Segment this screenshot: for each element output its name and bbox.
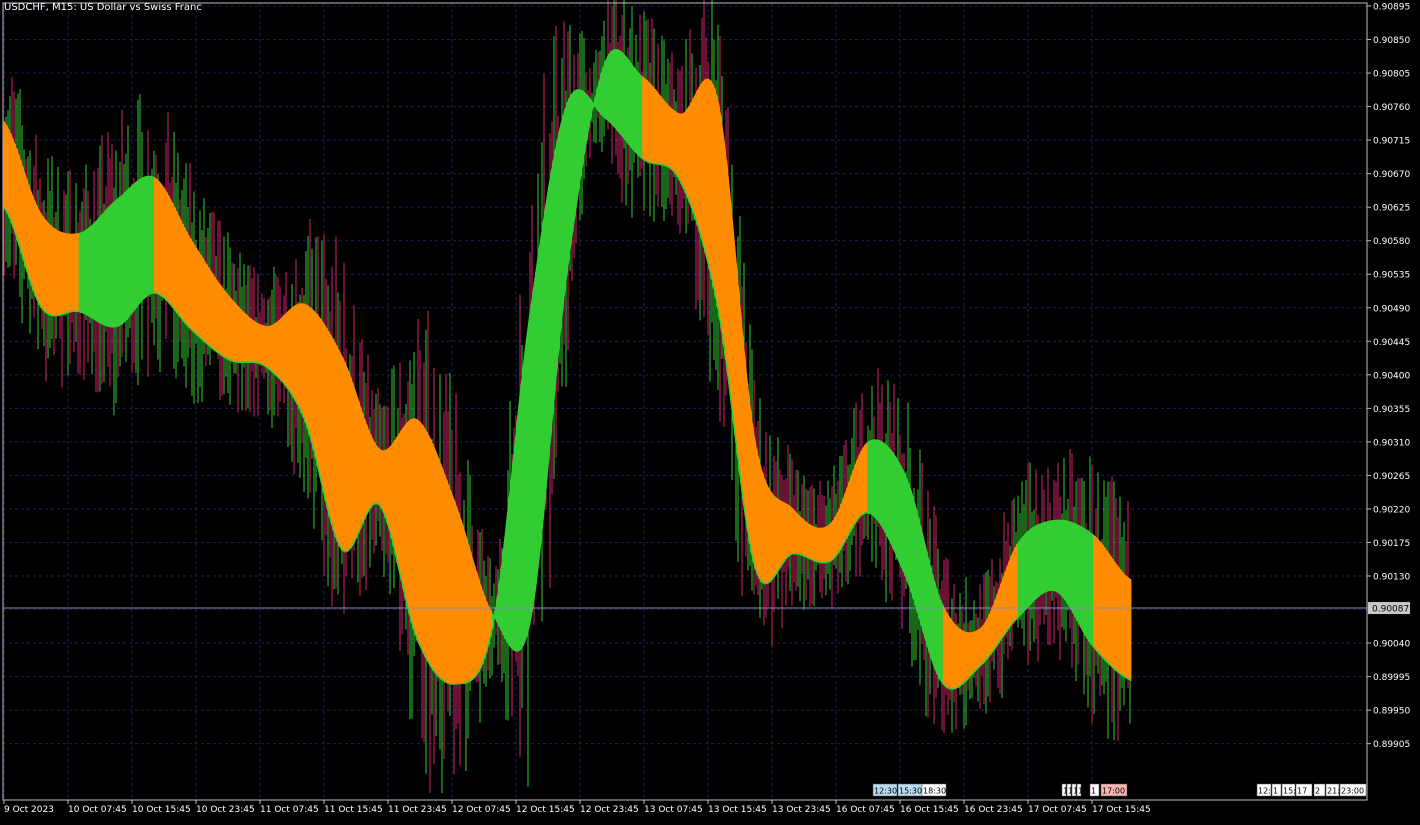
y-tick-label: 0.90355 [1373, 405, 1410, 415]
x-tick-label: 10 Oct 23:45 [196, 805, 255, 815]
time-marker-label: 15:30 [899, 787, 922, 796]
y-tick-label: 0.90760 [1373, 103, 1410, 113]
x-tick-label: 17 Oct 07:45 [1028, 805, 1087, 815]
time-marker-label: 1 [1078, 787, 1083, 796]
x-tick-label: 10 Oct 15:45 [132, 805, 191, 815]
x-tick-label: 16 Oct 07:45 [836, 805, 895, 815]
band-segment [1055, 519, 1094, 649]
y-tick-label: 0.90400 [1373, 371, 1410, 381]
x-tick-label: 9 Oct 2023 [4, 805, 54, 815]
y-tick-label: 0.90580 [1373, 237, 1410, 247]
chart-root: USDCHF, M15: US Dollar vs Swiss Franc 0.… [0, 0, 1420, 821]
y-tick-label: 0.90805 [1373, 70, 1410, 80]
time-marker-label: 1 [1273, 787, 1278, 796]
band-segment [266, 303, 305, 420]
x-tick-label: 17 Oct 15:45 [1092, 805, 1151, 815]
x-tick-label: 11 Oct 07:45 [260, 805, 319, 815]
y-tick-label: 0.90175 [1373, 539, 1410, 549]
y-tick-label: 0.90535 [1373, 271, 1410, 281]
band-segment [454, 501, 493, 685]
x-tick-label: 13 Oct 15:45 [708, 805, 767, 815]
band-segment [642, 75, 681, 183]
y-tick-label: 0.90850 [1373, 36, 1410, 46]
y-tick-label: 0.90130 [1373, 573, 1410, 583]
time-marker-label: 15: [1283, 787, 1296, 796]
y-tick-label: 0.90220 [1373, 505, 1410, 515]
x-tick-label: 16 Oct 15:45 [900, 805, 959, 815]
x-tick-label: 12 Oct 23:45 [580, 805, 639, 815]
price-chart[interactable]: 0.90895 0.90850 0.90805 0.90760 0.90715 0.906… [0, 0, 1420, 821]
y-tick-label: 0.90895 [1373, 3, 1410, 13]
time-marker-label: 18:30 [923, 787, 946, 796]
band-segment [416, 418, 456, 685]
x-tick-label: 10 Oct 07:45 [68, 805, 127, 815]
current-price-label: 0.90087 [1372, 605, 1409, 615]
y-tick-label: 0.90265 [1373, 472, 1410, 482]
y-tick-label: 0.90490 [1373, 304, 1410, 314]
y-tick-label: 0.89995 [1373, 673, 1410, 683]
time-marker-label: 1 [1091, 787, 1096, 796]
y-tick-label: 0.90715 [1373, 137, 1410, 147]
time-marker-label: 21: [1327, 787, 1340, 796]
time-marker-label: 17:00 [1102, 787, 1125, 796]
y-tick-label: 0.89950 [1373, 707, 1410, 717]
band [3, 48, 1132, 690]
time-marker-label: 2 [1315, 787, 1320, 796]
y-tick-label: 0.90310 [1373, 438, 1410, 448]
time-marker-label: 12:30 [874, 787, 897, 796]
x-tick-label: 11 Oct 15:45 [324, 805, 383, 815]
x-tick-label: 16 Oct 23:45 [964, 805, 1023, 815]
band-segment [78, 198, 118, 328]
y-tick-label: 0.90040 [1373, 640, 1410, 650]
band-segment [379, 418, 418, 640]
band-segment [41, 213, 80, 317]
x-tick-label: 11 Oct 23:45 [388, 805, 447, 815]
band-segment [116, 175, 155, 328]
time-marker-label: 17 [1297, 787, 1307, 796]
time-marker-label: 12: [1258, 787, 1271, 796]
time-marker-label: 23:00 [1341, 787, 1364, 796]
x-tick-label: 13 Oct 07:45 [644, 805, 703, 815]
x-tick-label: 13 Oct 23:45 [772, 805, 831, 815]
y-tick-label: 0.90445 [1373, 338, 1410, 348]
chart-title: USDCHF, M15: US Dollar vs Swiss Franc [4, 2, 202, 13]
y-tick-label: 0.90625 [1373, 204, 1410, 214]
x-tick-label: 12 Oct 07:45 [452, 805, 511, 815]
x-tick-label: 12 Oct 15:45 [516, 805, 575, 815]
y-tick-label: 0.89905 [1373, 740, 1410, 750]
y-tick-label: 0.90670 [1373, 170, 1410, 180]
